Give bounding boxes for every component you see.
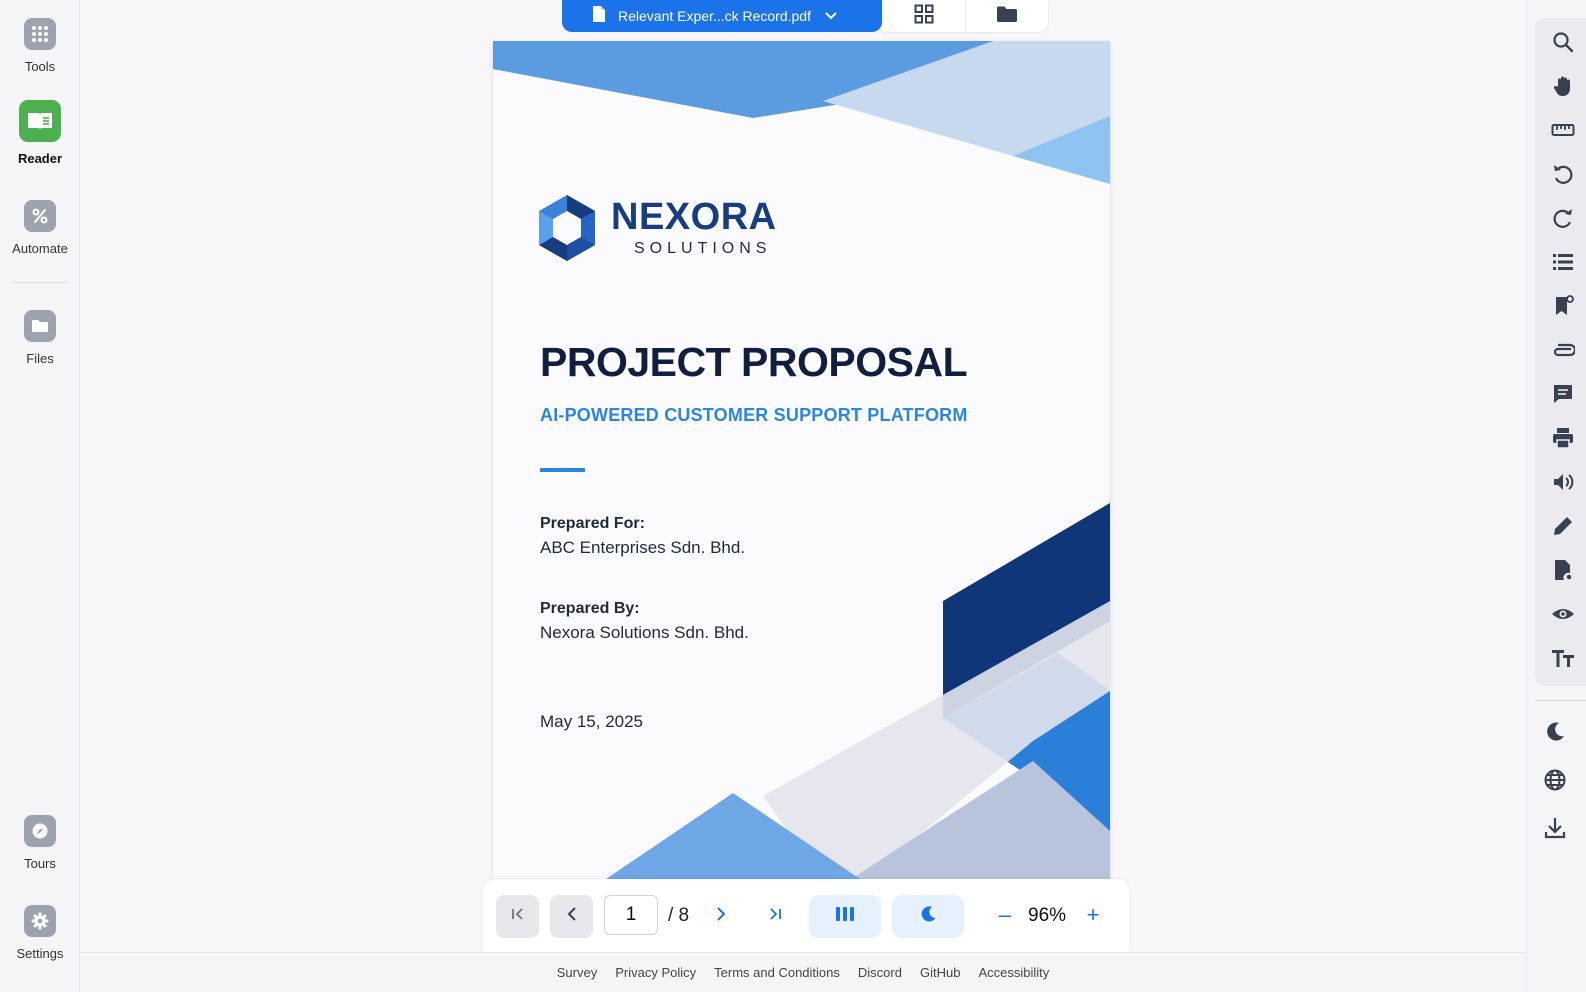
folder-view-icon bbox=[996, 5, 1018, 28]
grid-view-button[interactable] bbox=[882, 0, 965, 32]
file-tab-label: Relevant Exper...ck Record.pdf bbox=[618, 8, 811, 24]
file-tab[interactable]: Relevant Exper...ck Record.pdf bbox=[562, 0, 882, 32]
grid-view-icon bbox=[914, 4, 934, 29]
right-toolbar-panel bbox=[1535, 18, 1586, 686]
rotate-left-icon[interactable] bbox=[1549, 160, 1577, 188]
moon-icon[interactable] bbox=[1541, 718, 1569, 746]
document-subtitle: AI-POWERED CUSTOMER SUPPORT PLATFORM bbox=[540, 405, 968, 425]
columns-icon bbox=[835, 906, 855, 927]
prepared-for-label: Prepared For: bbox=[540, 515, 645, 532]
chevron-left-icon bbox=[566, 906, 578, 927]
nexora-logo: NEXORA SOLUTIONS bbox=[537, 193, 777, 263]
title-rule bbox=[540, 468, 585, 472]
sidebar-divider bbox=[14, 282, 66, 283]
sidebar-label-automate: Automate bbox=[12, 241, 68, 256]
first-page-button[interactable] bbox=[496, 895, 539, 938]
hexagon-logo-icon bbox=[539, 195, 595, 261]
sidebar-label-tours: Tours bbox=[24, 856, 56, 871]
previous-page-button[interactable] bbox=[550, 895, 593, 938]
document-title: PROJECT PROPOSAL bbox=[540, 339, 968, 385]
page-number-input[interactable] bbox=[604, 895, 658, 935]
print-icon[interactable] bbox=[1549, 424, 1577, 452]
chevron-down-icon[interactable] bbox=[825, 7, 837, 25]
download-icon[interactable] bbox=[1541, 814, 1569, 842]
book-open-icon bbox=[19, 100, 61, 142]
eye-icon[interactable] bbox=[1549, 600, 1577, 628]
page-total: / 8 bbox=[668, 905, 690, 926]
comment-icon[interactable] bbox=[1549, 380, 1577, 408]
first-page-icon bbox=[511, 907, 525, 926]
bookmark-icon[interactable] bbox=[1549, 292, 1577, 320]
dark-mode-button[interactable] bbox=[892, 895, 964, 938]
brand-subtitle: SOLUTIONS bbox=[634, 240, 772, 257]
zoom-in-button[interactable]: + bbox=[1081, 902, 1105, 927]
prepared-by-value: Nexora Solutions Sdn. Bhd. bbox=[540, 623, 749, 642]
sidebar-item-tours[interactable]: Tours bbox=[0, 815, 80, 871]
right-toolbar-separator bbox=[1535, 700, 1586, 701]
document-page: NEXORA SOLUTIONS PROJECT PROPOSAL AI-POW… bbox=[493, 41, 1110, 881]
footer-link-privacy[interactable]: Privacy Policy bbox=[615, 965, 696, 980]
last-page-button[interactable] bbox=[753, 895, 796, 938]
globe-icon[interactable] bbox=[1541, 766, 1569, 794]
sidebar-label-settings: Settings bbox=[16, 946, 64, 961]
ruler-icon[interactable] bbox=[1549, 116, 1577, 144]
logo-wordmark: NEXORA SOLUTIONS bbox=[611, 198, 777, 258]
sidebar-item-files[interactable]: Files bbox=[0, 310, 80, 366]
moon-icon bbox=[918, 904, 938, 929]
sidebar-label-tools: Tools bbox=[24, 59, 56, 74]
next-page-button[interactable] bbox=[699, 895, 742, 938]
sidebar-item-automate[interactable]: Automate bbox=[0, 200, 80, 256]
gear-icon bbox=[24, 905, 56, 937]
page-decoration bbox=[493, 41, 1110, 881]
speaker-icon[interactable] bbox=[1549, 468, 1577, 496]
compass-icon bbox=[24, 815, 56, 847]
folder-view-button[interactable] bbox=[965, 0, 1048, 32]
left-sidebar: Tools Reader Automate Files Tours Settin… bbox=[0, 0, 80, 992]
prepared-by-label: Prepared By: bbox=[540, 600, 640, 617]
view-tabs bbox=[882, 0, 1048, 32]
sidebar-label-files: Files bbox=[26, 351, 54, 366]
document-date: May 15, 2025 bbox=[540, 712, 644, 731]
rotate-right-icon[interactable] bbox=[1549, 204, 1577, 232]
grid-dots-icon bbox=[24, 18, 56, 50]
folder-icon bbox=[24, 310, 56, 342]
list-icon[interactable] bbox=[1549, 248, 1577, 276]
text-size-icon[interactable] bbox=[1549, 644, 1577, 672]
sidebar-item-tools[interactable]: Tools bbox=[0, 18, 80, 74]
footer-link-github[interactable]: GitHub bbox=[920, 965, 960, 980]
view-mode-button[interactable] bbox=[809, 895, 881, 938]
chevron-right-icon bbox=[715, 906, 727, 927]
automate-icon bbox=[24, 200, 56, 232]
zoom-level: 96% bbox=[1028, 905, 1067, 926]
prepared-for-value: ABC Enterprises Sdn. Bhd. bbox=[540, 538, 746, 557]
last-page-icon bbox=[768, 907, 782, 926]
attachment-icon[interactable] bbox=[1549, 336, 1577, 364]
sidebar-item-reader[interactable]: Reader bbox=[0, 100, 80, 166]
sidebar-label-reader: Reader bbox=[17, 151, 63, 166]
hand-pan-icon[interactable] bbox=[1549, 72, 1577, 100]
page-navigation-bar: / 8 – 96% + bbox=[483, 879, 1129, 952]
footer-link-discord[interactable]: Discord bbox=[858, 965, 902, 980]
zoom-out-button[interactable]: – bbox=[993, 902, 1017, 927]
footer: Survey Privacy Policy Terms and Conditio… bbox=[80, 952, 1526, 992]
footer-link-survey[interactable]: Survey bbox=[557, 965, 597, 980]
sidebar-item-settings[interactable]: Settings bbox=[0, 905, 80, 961]
file-icon bbox=[592, 5, 606, 28]
right-toolbar bbox=[1526, 0, 1586, 992]
footer-link-accessibility[interactable]: Accessibility bbox=[978, 965, 1049, 980]
document-settings-icon[interactable] bbox=[1549, 556, 1577, 584]
footer-link-terms[interactable]: Terms and Conditions bbox=[714, 965, 840, 980]
pencil-icon[interactable] bbox=[1549, 512, 1577, 540]
brand-name: NEXORA bbox=[611, 196, 777, 238]
search-icon[interactable] bbox=[1549, 28, 1577, 56]
